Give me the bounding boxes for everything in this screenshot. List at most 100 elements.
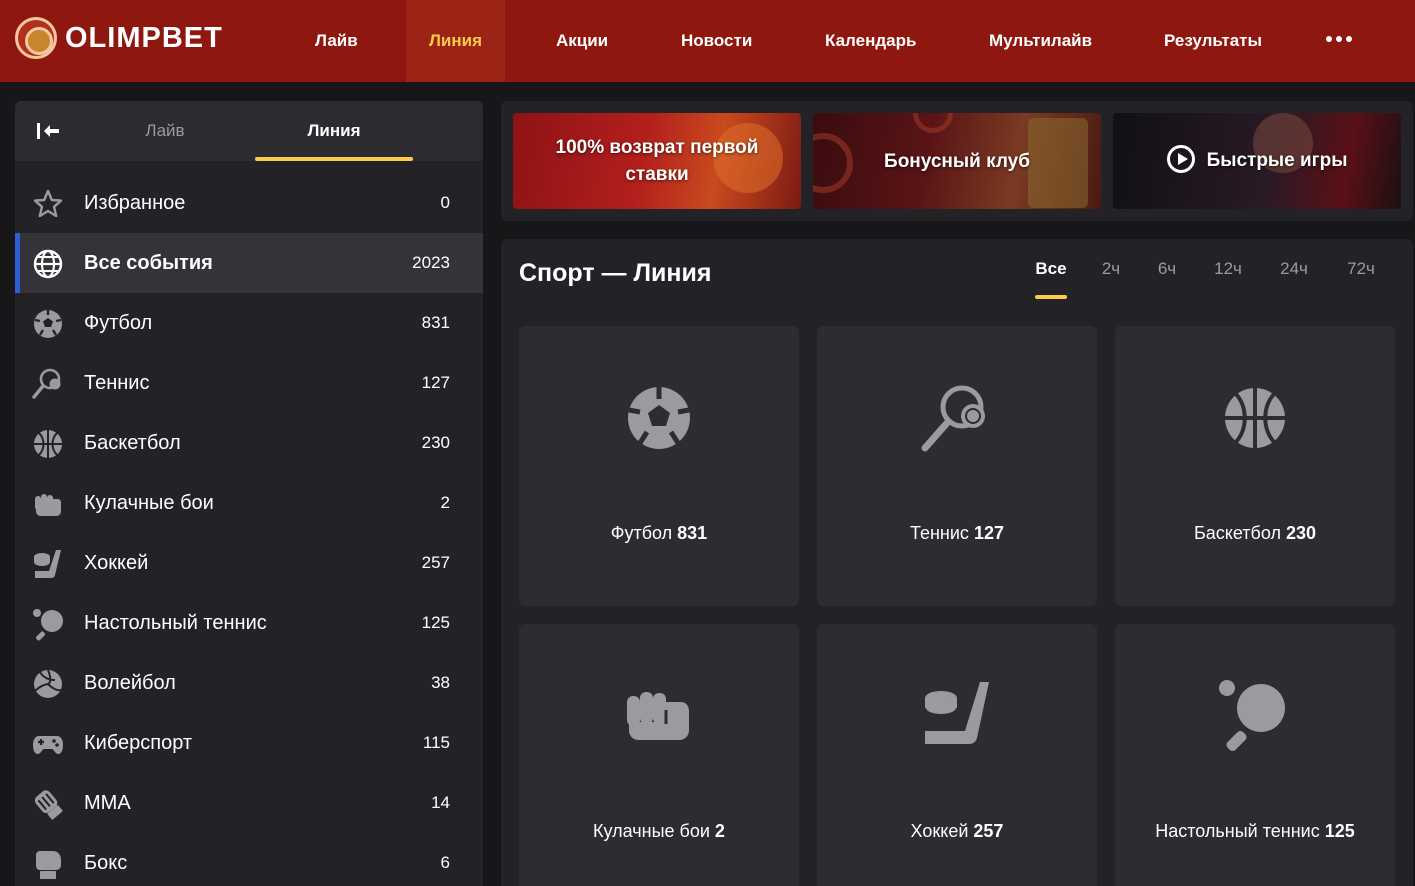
sidebar-item-count: 125 — [421, 613, 450, 632]
sidebar-item-count: 230 — [421, 433, 450, 452]
promo-banners: 100% возврат первой ставки Бонусный клуб… — [501, 101, 1413, 221]
sport-line-panel: Спорт — Линия Все 2ч 6ч 12ч 24ч 72ч Футб… — [501, 239, 1413, 886]
sidebar-item-hockey[interactable]: Хоккей 257 — [15, 533, 483, 593]
sidebar-item-label: Теннис — [84, 371, 150, 394]
globe-icon — [33, 249, 63, 279]
sidebar-item-label: Хоккей — [84, 551, 149, 574]
sidebar-tab-live[interactable]: Лайв — [95, 101, 235, 161]
sport-card-hockey[interactable]: Хоккей 257 — [817, 624, 1097, 886]
nav-multilive[interactable]: Мультилайв — [989, 0, 1092, 82]
fist-icon — [35, 494, 61, 516]
boxing-glove-icon — [36, 851, 61, 879]
nav-promotions[interactable]: Акции — [556, 0, 608, 82]
sidebar-tabs: Лайв Линия — [15, 101, 483, 161]
promo-decoration — [913, 113, 953, 133]
page-title: Спорт — Линия — [519, 259, 712, 287]
sidebar-tab-line[interactable]: Линия — [255, 101, 413, 161]
nav-live[interactable]: Лайв — [315, 0, 358, 82]
top-header: OLIMPBET Лайв Линия Акции Новости Календ… — [0, 0, 1415, 82]
promo-label: Бонусный клуб — [884, 150, 1030, 172]
card-label: Хоккей 257 — [910, 821, 1004, 841]
sport-card-table-tennis[interactable]: Настольный теннис 125 — [1115, 624, 1395, 886]
sidebar-item-football[interactable]: Футбол 831 — [15, 293, 483, 353]
basketball-icon — [34, 430, 62, 458]
sport-card-football[interactable]: Футбол 831 — [519, 326, 799, 606]
sidebar-item-label: Киберспорт — [84, 731, 193, 754]
card-label: Футбол 831 — [610, 523, 708, 543]
sidebar-item-fist-fights[interactable]: Кулачные бои 2 — [15, 473, 483, 533]
nav-news[interactable]: Новости — [681, 0, 752, 82]
time-filter-24h[interactable]: 24ч — [1276, 259, 1312, 279]
nav-calendar[interactable]: Календарь — [825, 0, 916, 82]
card-label: Теннис 127 — [910, 523, 1004, 543]
ping-pong-icon — [1219, 680, 1285, 752]
card-label: Настольный теннис 125 — [1155, 821, 1355, 841]
sidebar-item-label: Бокс — [84, 851, 128, 874]
sidebar-item-count: 6 — [440, 853, 450, 872]
promo-first-bet-refund[interactable]: 100% возврат первой ставки — [513, 113, 801, 209]
sidebar-item-count: 38 — [431, 673, 450, 692]
promo-label: Быстрые игры — [1206, 150, 1348, 172]
sport-card-fist-fights[interactable]: Кулачные бои 2 — [519, 624, 799, 886]
sidebar-item-label: MMA — [84, 791, 131, 814]
basketball-icon — [1225, 388, 1285, 448]
sidebar-item-basketball[interactable]: Баскетбол 230 — [15, 413, 483, 473]
sidebar-item-label: Настольный теннис — [84, 611, 267, 634]
sidebar-item-count: 115 — [422, 733, 450, 752]
sidebar-item-count: 257 — [421, 553, 450, 572]
sidebar-item-tennis[interactable]: Теннис 127 — [15, 353, 483, 413]
sports-sidebar: Лайв Линия Избранное 0 Все события 2023 … — [15, 101, 483, 886]
tennis-racket-icon — [32, 368, 61, 399]
fist-icon — [627, 692, 689, 740]
gamepad-icon — [33, 736, 63, 754]
sidebar-item-label: Волейбол — [84, 671, 176, 694]
time-filter-6h[interactable]: 6ч — [1154, 259, 1180, 279]
tennis-racket-icon — [921, 385, 985, 452]
sidebar-item-esports[interactable]: Киберспорт 115 — [15, 713, 483, 773]
ping-pong-icon — [33, 609, 63, 641]
promo-decoration — [813, 133, 853, 193]
sport-card-tennis[interactable]: Теннис 127 — [817, 326, 1097, 606]
soccer-ball-icon — [34, 310, 62, 338]
sidebar-item-favorites[interactable]: Избранное 0 — [15, 173, 483, 233]
sidebar-item-mma[interactable]: MMA 14 — [15, 773, 483, 833]
sidebar-item-count: 2 — [440, 493, 450, 512]
soccer-ball-icon — [628, 387, 690, 449]
sidebar-item-label: Избранное — [84, 191, 186, 214]
sidebar-item-count: 0 — [440, 193, 450, 212]
active-filter-underline — [1035, 295, 1067, 299]
olimpbet-logo-icon — [15, 17, 57, 59]
sidebar-item-count: 14 — [431, 793, 450, 812]
volleyball-icon — [34, 669, 62, 698]
time-filter-2h[interactable]: 2ч — [1098, 259, 1124, 279]
promo-label-wrap: Быстрые игры — [1147, 145, 1368, 175]
time-filter-all[interactable]: Все — [1035, 259, 1067, 279]
brand-logo[interactable]: OLIMPBET — [15, 16, 223, 60]
sidebar-item-all-events[interactable]: Все события 2023 — [15, 233, 483, 293]
nav-line[interactable]: Линия — [406, 0, 505, 82]
card-label: Баскетбол 230 — [1193, 523, 1317, 543]
sidebar-item-count: 127 — [421, 373, 450, 392]
play-circle-icon — [1166, 145, 1195, 173]
mma-glove-icon — [34, 790, 63, 820]
hockey-icon — [924, 682, 989, 744]
sidebar-item-label: Все события — [84, 251, 213, 274]
collapse-left-icon[interactable] — [35, 119, 61, 143]
sidebar-item-volleyball[interactable]: Волейбол 38 — [15, 653, 483, 713]
sidebar-item-count: 2023 — [412, 253, 450, 272]
sidebar-item-label: Кулачные бои — [84, 491, 214, 514]
sidebar-item-label: Баскетбол — [84, 431, 181, 454]
time-filter-12h[interactable]: 12ч — [1210, 259, 1246, 279]
hockey-icon — [34, 550, 61, 578]
time-filter-72h[interactable]: 72ч — [1343, 259, 1379, 279]
promo-bonus-club[interactable]: Бонусный клуб — [813, 113, 1101, 209]
promo-label: 100% возврат первой ставки — [555, 137, 759, 185]
sport-card-basketball[interactable]: Баскетбол 230 — [1115, 326, 1395, 606]
promo-fast-games[interactable]: Быстрые игры — [1113, 113, 1401, 209]
nav-results[interactable]: Результаты — [1164, 0, 1262, 82]
sidebar-item-boxing[interactable]: Бокс 6 — [15, 833, 483, 886]
more-dots-icon[interactable] — [1326, 30, 1358, 48]
sidebar-item-label: Футбол — [84, 311, 153, 334]
sidebar-item-table-tennis[interactable]: Настольный теннис 125 — [15, 593, 483, 653]
brand-name: OLIMPBET — [65, 21, 223, 54]
